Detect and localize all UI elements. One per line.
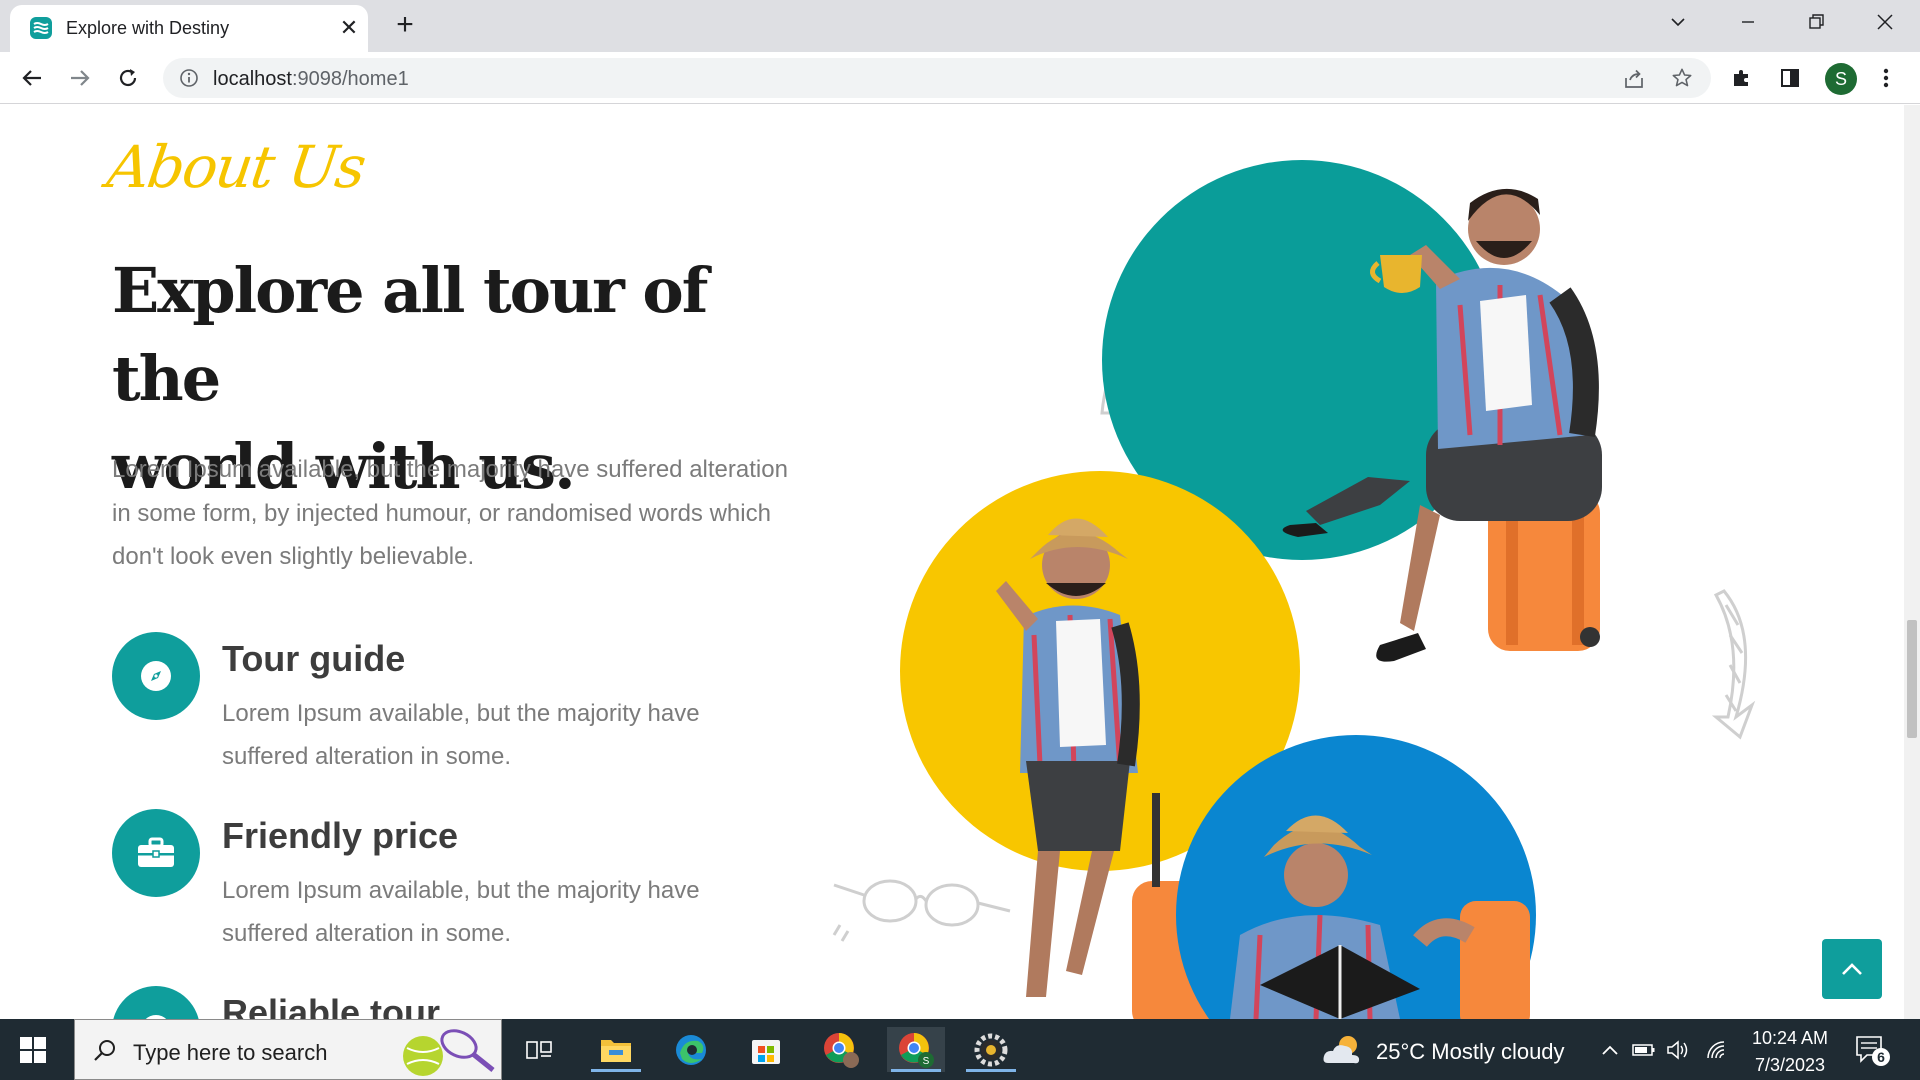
clock-time: 10:24 AM: [1751, 1028, 1829, 1048]
app-running-indicator: [591, 1069, 641, 1072]
tab-close-icon[interactable]: ✕: [336, 15, 362, 41]
url-path: :9098/home1: [291, 68, 409, 90]
sunglasses-icon: [832, 879, 1011, 942]
url-host: localhost: [213, 68, 292, 90]
notification-center-icon[interactable]: 6: [1855, 1035, 1891, 1072]
headline-line-1: Explore all tour of the: [112, 254, 708, 415]
back-button[interactable]: [14, 60, 50, 96]
partly-cloudy-icon: [1323, 1036, 1360, 1064]
about-us-label: About Us: [103, 133, 369, 201]
new-tab-button[interactable]: +: [390, 10, 420, 41]
tab-title: Explore with Destiny: [66, 18, 230, 38]
close-window-button[interactable]: [1865, 8, 1905, 38]
windows-start-icon[interactable]: [20, 1037, 46, 1068]
feature-description: Lorem Ipsum available, but the majority …: [222, 700, 700, 770]
browser-toolbar: localhost:9098/home1 S: [0, 52, 1920, 104]
notification-count: 6: [1877, 1049, 1885, 1065]
web-page: About Us Explore all tour of the world w…: [0, 105, 1920, 1019]
weather-text: 25°C Mostly cloudy: [1376, 1039, 1565, 1064]
feature-title: Friendly price: [222, 815, 459, 856]
search-icon: [94, 1040, 115, 1061]
system-clock[interactable]: 10:24 AM 7/3/2023: [1745, 1025, 1835, 1079]
compass-icon: [112, 632, 200, 720]
microsoft-store-icon[interactable]: [737, 1027, 795, 1072]
scrollbar-thumb[interactable]: [1907, 620, 1917, 738]
task-view-icon[interactable]: [510, 1027, 568, 1072]
side-panel-icon[interactable]: [1772, 60, 1808, 96]
taskbar-search-box[interactable]: Type here to search: [74, 1019, 502, 1080]
battery-icon[interactable]: [1630, 1027, 1658, 1072]
edge-browser-icon[interactable]: [662, 1027, 720, 1072]
url-text[interactable]: localhost:9098/home1: [213, 68, 409, 91]
site-favicon-icon: [30, 17, 52, 39]
briefcase-icon: [112, 809, 200, 897]
tab-search-chevron-icon[interactable]: [1658, 8, 1698, 38]
feature-description: Lorem Ipsum available, but the majority …: [222, 877, 700, 947]
search-highlight-tennis-icon: [403, 1029, 495, 1076]
settings-gear-app-icon[interactable]: [962, 1027, 1020, 1072]
sketch-arrow-down-icon: [1711, 589, 1756, 740]
app-running-indicator: [891, 1069, 941, 1072]
weather-widget[interactable]: 25°C Mostly cloudy: [1322, 1033, 1565, 1067]
extensions-puzzle-icon[interactable]: [1724, 60, 1760, 96]
back-to-top-button[interactable]: [1822, 939, 1882, 999]
svg-text:S: S: [923, 1056, 930, 1067]
show-hidden-icons-chevron-icon[interactable]: [1596, 1027, 1624, 1072]
windows-taskbar: Type here to search S 25°C Mostly cloudy: [0, 1019, 1920, 1080]
restore-button[interactable]: [1796, 8, 1836, 38]
chevron-up-icon: [1842, 963, 1862, 975]
travel-hero-illustration: [832, 160, 1756, 1019]
address-bar[interactable]: localhost:9098/home1: [163, 58, 1711, 98]
tab-explore-with-destiny[interactable]: Explore with Destiny ✕: [10, 5, 368, 52]
file-explorer-icon[interactable]: [587, 1027, 645, 1072]
site-info-icon[interactable]: [179, 68, 199, 88]
profile-avatar[interactable]: S: [1825, 63, 1857, 95]
browser-tab-strip: Explore with Destiny ✕ +: [0, 0, 1920, 52]
volume-icon[interactable]: [1664, 1027, 1692, 1072]
minimize-button[interactable]: [1728, 8, 1768, 38]
bookmark-star-icon[interactable]: [1671, 67, 1693, 89]
forward-button[interactable]: [62, 60, 98, 96]
wifi-icon[interactable]: [1704, 1027, 1732, 1072]
globe-icon: [112, 986, 200, 1019]
search-placeholder: Type here to search: [133, 1040, 328, 1065]
clock-date: 7/3/2023: [1754, 1055, 1826, 1075]
share-icon[interactable]: [1623, 68, 1645, 90]
chrome-profile-2-icon[interactable]: S: [887, 1027, 945, 1072]
page-scrollbar[interactable]: [1904, 105, 1920, 1019]
feature-title: Reliable tour: [222, 992, 441, 1019]
app-running-indicator: [966, 1069, 1016, 1072]
feature-title: Tour guide: [222, 638, 406, 679]
chrome-profile-1-icon[interactable]: [812, 1027, 870, 1072]
reload-button[interactable]: [110, 60, 146, 96]
intro-paragraph: Lorem Ipsum available, but the majority …: [112, 456, 788, 570]
browser-menu-icon[interactable]: [1868, 60, 1904, 96]
